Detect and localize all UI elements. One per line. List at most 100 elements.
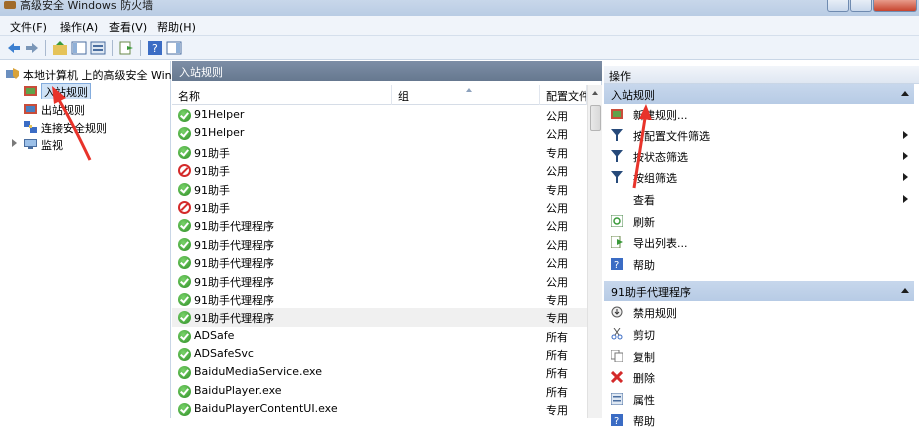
allow-rule-icon (178, 311, 191, 325)
action-new-rule[interactable]: 新建规则... (604, 104, 914, 125)
menu-action[interactable]: 操作(A) (58, 19, 100, 35)
action-disable-rule[interactable]: 禁用规则 (604, 302, 914, 323)
up-folder-icon[interactable] (52, 40, 68, 56)
minimize-button[interactable] (827, 0, 849, 12)
tree-item-outbound-rules[interactable]: 出站规则 (24, 101, 171, 117)
table-row[interactable]: 91助手代理程序 公用 (172, 235, 587, 253)
column-header: 名称 组 配置文件 (172, 85, 602, 105)
refresh-icon (610, 214, 624, 228)
column-profile-label: 配置文件 (546, 90, 587, 103)
tree-item-monitoring[interactable]: 监视 (12, 136, 171, 152)
action-label: 帮助 (633, 259, 655, 272)
allow-rule-icon (178, 292, 191, 306)
action-delete[interactable]: 删除 (604, 367, 914, 388)
help-icon[interactable]: ? (147, 40, 163, 56)
action-cut[interactable]: 剪切 (604, 324, 914, 345)
close-button[interactable] (873, 0, 917, 12)
submenu-arrow-icon (903, 152, 908, 160)
show-hide-tree-icon[interactable] (71, 40, 87, 56)
rule-name: 91助手 (194, 183, 230, 197)
rule-name: 91助手代理程序 (194, 257, 274, 271)
allow-rule-icon (178, 182, 191, 196)
table-row[interactable]: ADSafe 所有 (172, 327, 587, 345)
table-row[interactable]: 91助手代理程序 专用 (172, 308, 587, 327)
tree-item-connection-security-rules[interactable]: 连接安全规则 (24, 119, 171, 135)
table-row[interactable]: 91助手代理程序 公用 (172, 253, 587, 271)
action-export-list[interactable]: 导出列表... (604, 232, 914, 253)
rule-name: BaiduPlayerContentUI.exe (194, 402, 338, 416)
action-filter-by-group[interactable]: 按组筛选 (604, 167, 914, 188)
table-row[interactable]: 91Helper 公用 (172, 124, 587, 142)
menu-file[interactable]: 文件(F) (8, 19, 49, 35)
rule-profile: 公用 (546, 128, 568, 142)
actions-section-selected-rule[interactable]: 91助手代理程序 (604, 281, 914, 301)
rules-table: 91Helper 公用 91Helper 公用 91助手 专用 91助手 公用 91助手 专用 91… (172, 106, 587, 419)
action-help[interactable]: ? 帮助 (604, 254, 914, 275)
computer-shield-icon (6, 68, 19, 80)
connection-security-icon (24, 121, 37, 133)
action-label: 刷新 (633, 216, 655, 229)
table-row[interactable]: 91助手 专用 (172, 180, 587, 198)
scroll-up-icon[interactable] (592, 91, 598, 95)
properties-icon[interactable] (90, 40, 106, 56)
rule-name: 91助手代理程序 (194, 293, 274, 307)
action-label: 按状态筛选 (633, 151, 688, 164)
tree-root[interactable]: 本地计算机 上的高级安全 Wind (6, 66, 171, 82)
expand-arrow-icon[interactable] (12, 139, 17, 147)
table-row[interactable]: 91助手代理程序 专用 (172, 290, 587, 308)
action-refresh[interactable]: 刷新 (604, 211, 914, 232)
action-copy[interactable]: 复制 (604, 346, 914, 367)
rule-profile: 所有 (546, 385, 568, 399)
action-help-rule[interactable]: ? 帮助 (604, 410, 914, 431)
scroll-thumb[interactable] (590, 105, 601, 131)
copy-icon (610, 349, 624, 363)
action-label: 查看 (633, 194, 655, 207)
menu-view[interactable]: 查看(V) (107, 19, 149, 35)
section-title: 入站规则 (611, 89, 655, 102)
action-properties[interactable]: 属性 (604, 389, 914, 410)
action-filter-by-state[interactable]: 按状态筛选 (604, 146, 914, 167)
details-pane-icon[interactable] (166, 40, 182, 56)
action-label: 删除 (633, 372, 655, 385)
table-row[interactable]: 91助手 公用 (172, 161, 587, 179)
export-icon[interactable] (119, 40, 135, 56)
table-row[interactable]: 91助手代理程序 公用 (172, 272, 587, 290)
rule-profile: 公用 (546, 275, 568, 289)
rules-list-pane: 入站规则 名称 组 配置文件 91Helper 公用 91Helper 公用 91助手专… (172, 61, 602, 418)
table-row[interactable]: BaiduPlayer.exe 所有 (172, 382, 587, 400)
action-label: 新建规则... (633, 109, 688, 122)
table-row[interactable]: 91Helper 公用 (172, 106, 587, 124)
column-name[interactable]: 名称 (172, 85, 392, 105)
action-view[interactable]: 查看 (604, 189, 914, 210)
allow-rule-icon (178, 256, 191, 270)
table-row[interactable]: BaiduPlayerContentUI.exe 专用 (172, 400, 587, 418)
allow-rule-icon (178, 348, 191, 362)
rule-profile: 专用 (546, 293, 568, 307)
table-row[interactable]: 91助手代理程序 公用 (172, 216, 587, 234)
action-label: 属性 (633, 394, 655, 407)
section-title: 91助手代理程序 (611, 286, 691, 299)
collapse-icon[interactable] (901, 91, 909, 96)
outbound-rules-icon (24, 103, 37, 115)
table-row[interactable]: BaiduMediaService.exe 所有 (172, 363, 587, 381)
back-icon[interactable] (6, 40, 22, 56)
allow-rule-icon (178, 274, 191, 288)
tree-item-label: 连接安全规则 (41, 122, 107, 135)
collapse-icon[interactable] (901, 288, 909, 293)
action-filter-by-profile[interactable]: 按配置文件筛选 (604, 125, 914, 146)
table-row[interactable]: 91助手 专用 (172, 143, 587, 161)
menu-help[interactable]: 帮助(H) (155, 19, 198, 35)
rule-profile: 公用 (546, 165, 568, 179)
firewall-app-icon (4, 1, 16, 9)
forward-icon[interactable] (24, 40, 40, 56)
tree-item-label: 入站规则 (41, 83, 91, 99)
maximize-button[interactable] (850, 0, 872, 12)
actions-section-inbound-rules[interactable]: 入站规则 (604, 84, 914, 104)
column-profile[interactable]: 配置文件 (540, 85, 587, 105)
allow-rule-icon (178, 384, 191, 398)
table-row[interactable]: ADSafeSvc 所有 (172, 345, 587, 363)
tree-item-inbound-rules[interactable]: 入站规则 (24, 83, 171, 99)
rule-name: 91助手代理程序 (194, 312, 274, 326)
vertical-scrollbar[interactable] (587, 85, 602, 418)
table-row[interactable]: 91助手 公用 (172, 198, 587, 216)
